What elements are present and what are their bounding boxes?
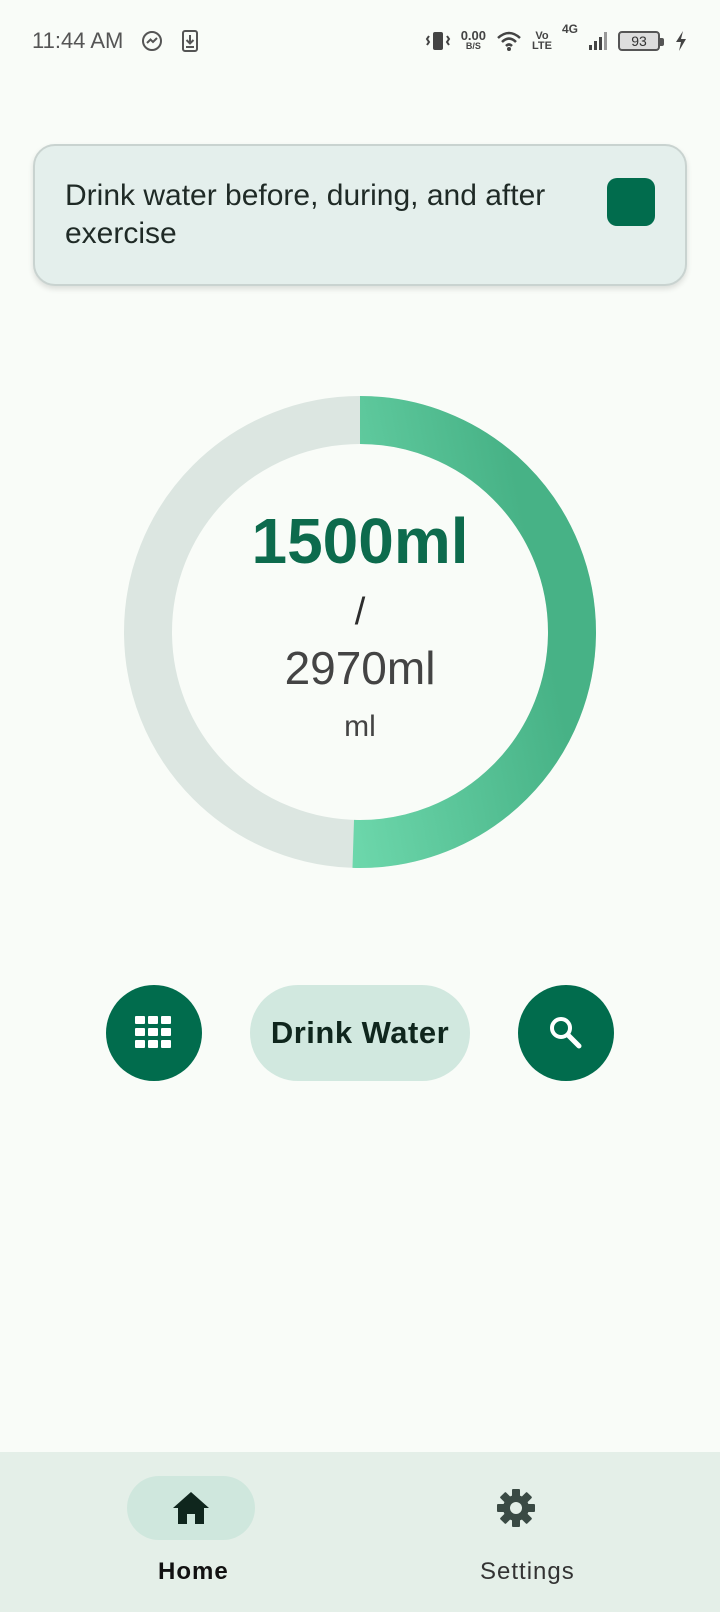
consumed-amount: 1500ml <box>251 505 469 577</box>
status-bar: 11:44 AM 0.00 B/S Vo LTE 4G 93 <box>0 0 720 82</box>
tip-text: Drink water before, during, and after ex… <box>65 179 546 250</box>
net-speed-value: 0.00 <box>460 28 487 43</box>
home-icon <box>173 1492 209 1524</box>
grid-icon <box>135 1016 171 1048</box>
messenger-icon <box>141 30 163 52</box>
bottom-navigation: Home Settings <box>0 1452 720 1612</box>
volte-bottom: LTE <box>532 40 552 52</box>
status-time: 11:44 AM <box>32 28 124 53</box>
net-speed: 0.00 B/S <box>460 28 487 51</box>
nav-settings-indicator[interactable] <box>452 1476 580 1540</box>
preset-grid-button[interactable] <box>106 985 202 1081</box>
network-type: 4G <box>561 22 578 36</box>
progress-readout: 1500ml / 2970ml ml <box>124 396 596 868</box>
search-button[interactable] <box>518 985 614 1081</box>
vibrate-icon <box>425 30 451 52</box>
drink-water-button[interactable]: Drink Water <box>250 985 470 1081</box>
nav-item-home[interactable]: Home <box>0 1452 360 1612</box>
nav-home-label[interactable]: Home <box>158 1558 229 1586</box>
download-icon <box>181 30 199 52</box>
tip-card: Drink water before, during, and after ex… <box>33 144 687 286</box>
unit-label: ml <box>344 710 376 743</box>
nav-settings-label[interactable]: Settings <box>480 1558 575 1586</box>
tip-checkbox[interactable] <box>607 178 655 226</box>
nav-item-settings[interactable]: Settings <box>360 1452 720 1612</box>
water-progress-ring: 1500ml / 2970ml ml <box>124 396 596 868</box>
goal-amount: 2970ml <box>284 642 436 694</box>
wifi-icon <box>496 30 522 52</box>
amount-separator: / <box>354 591 366 633</box>
nav-home-indicator[interactable] <box>127 1476 255 1540</box>
battery-indicator: 93 <box>618 31 664 51</box>
volte-indicator: Vo LTE <box>532 31 552 52</box>
gear-icon <box>497 1489 535 1527</box>
search-icon <box>550 1017 582 1049</box>
screen: 11:44 AM 0.00 B/S Vo LTE 4G 93 Drink wat… <box>0 0 720 1612</box>
charging-icon <box>674 30 688 52</box>
signal-icon <box>588 30 608 52</box>
